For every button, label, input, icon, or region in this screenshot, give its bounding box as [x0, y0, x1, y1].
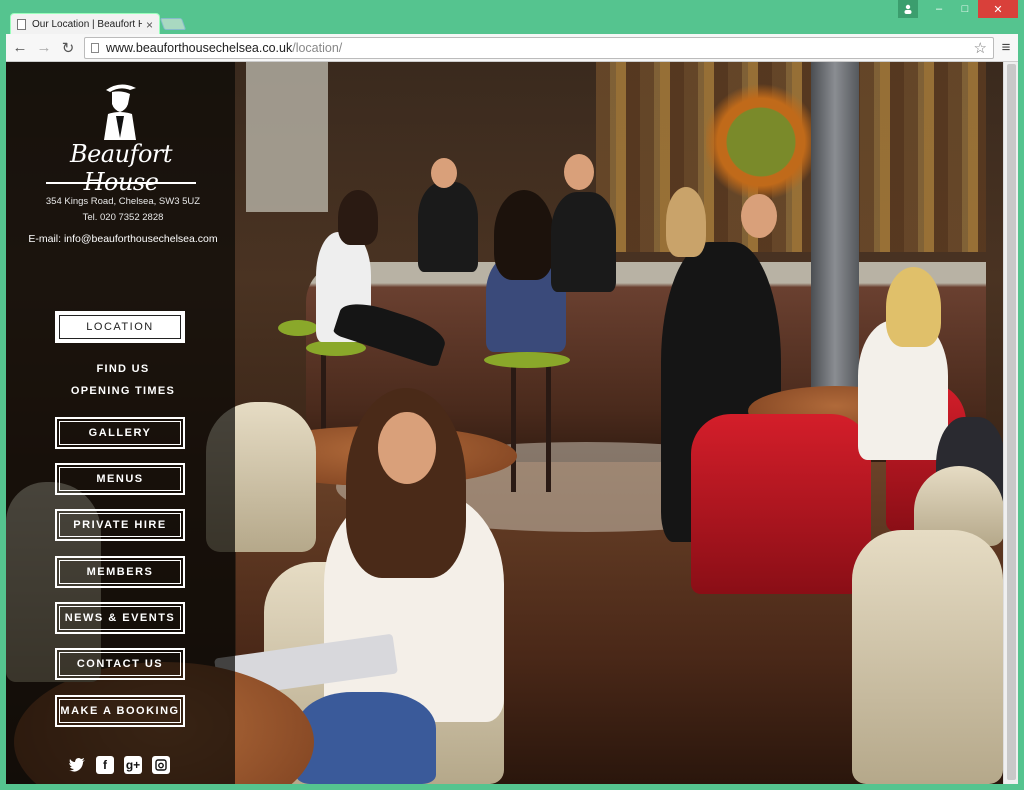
nav-news-events[interactable]: NEWS & EVENTS [55, 602, 185, 634]
nav-menus[interactable]: MENUS [55, 463, 185, 495]
browser-menu-icon[interactable]: ≡ [994, 39, 1018, 56]
jeans-shape [296, 692, 436, 784]
maximize-icon[interactable]: □ [952, 0, 978, 18]
window-controls: – □ ✕ [898, 0, 1018, 18]
page-icon [17, 19, 26, 30]
tab-close-icon[interactable]: × [146, 18, 153, 32]
cream-armchair-image [852, 530, 1003, 784]
back-button[interactable]: ← [10, 38, 30, 58]
head-shape [741, 194, 777, 238]
bar-stool-image [484, 352, 570, 368]
bartender-image [418, 182, 478, 272]
logo-wordmark: Beaufort House [69, 140, 173, 196]
tab-strip: Our Location | Beaufort Ho × – □ ✕ [0, 0, 1024, 35]
social-links: f g+ [68, 756, 170, 774]
nav-find-us[interactable]: FIND US [55, 363, 191, 375]
hair-shape [666, 187, 706, 257]
head-shape [431, 158, 457, 188]
bookmark-star-icon[interactable]: ☆ [974, 39, 987, 57]
stool-leg [511, 362, 516, 492]
page-viewport: Beaufort House 354 Kings Road, Chelsea, … [6, 62, 1003, 784]
address-bar[interactable]: www.beauforthousechelsea.co.uk /location… [84, 36, 994, 59]
tab-title: Our Location | Beaufort Ho [32, 19, 142, 30]
hair-shape [338, 190, 378, 245]
instagram-icon[interactable] [152, 756, 170, 774]
browser-tab[interactable]: Our Location | Beaufort Ho × [10, 13, 160, 35]
sidebar: Beaufort House 354 Kings Road, Chelsea, … [6, 62, 235, 784]
browser-window: Our Location | Beaufort Ho × – □ ✕ ← → ↻… [0, 0, 1024, 790]
facebook-icon[interactable]: f [96, 756, 114, 774]
nav-make-a-booking[interactable]: MAKE A BOOKING [55, 695, 185, 727]
site-logo[interactable]: Beaufort House [46, 80, 196, 196]
reload-button[interactable]: ↻ [58, 38, 78, 58]
bartender-image [551, 192, 616, 292]
scrollbar-thumb[interactable] [1007, 64, 1016, 780]
twitter-icon[interactable] [68, 756, 86, 774]
email-line[interactable]: E-mail: info@beauforthousechelsea.com [20, 233, 226, 245]
bar-stool-image [278, 320, 318, 336]
page-info-icon[interactable] [91, 42, 99, 53]
menu-board-image [246, 62, 328, 212]
user-profile-icon[interactable] [898, 0, 918, 18]
address-block: 354 Kings Road, Chelsea, SW3 5UZ Tel. 02… [28, 194, 218, 226]
logo-divider [46, 182, 196, 184]
forward-button[interactable]: → [34, 38, 54, 58]
stool-leg [546, 362, 551, 492]
nav-gallery[interactable]: GALLERY [55, 417, 185, 449]
nav-location[interactable]: LOCATION [55, 311, 185, 343]
minimize-icon[interactable]: – [926, 0, 952, 18]
google-plus-icon[interactable]: g+ [124, 756, 142, 774]
hair-shape [494, 190, 554, 280]
new-tab-button[interactable] [159, 18, 187, 30]
nav-contact-us[interactable]: CONTACT US [55, 648, 185, 680]
url-host: www.beauforthousechelsea.co.uk [106, 40, 293, 55]
url-path: /location/ [292, 40, 343, 55]
close-window-icon[interactable]: ✕ [978, 0, 1018, 18]
head-shape [378, 412, 436, 484]
bar-stool-image [306, 340, 366, 356]
nav-members[interactable]: MEMBERS [55, 556, 185, 588]
address-line: 354 Kings Road, Chelsea, SW3 5UZ [45, 196, 201, 207]
nav-private-hire[interactable]: PRIVATE HIRE [55, 509, 185, 541]
nav-opening-times[interactable]: OPENING TIMES [55, 385, 191, 397]
red-armchair-image [691, 414, 871, 594]
tel-line: Tel. 020 7352 2828 [82, 212, 164, 223]
logo-figure-icon [104, 84, 136, 140]
hair-shape [886, 267, 941, 347]
browser-toolbar: ← → ↻ www.beauforthousechelsea.co.uk /lo… [6, 34, 1018, 62]
vertical-scrollbar[interactable] [1003, 62, 1018, 784]
head-shape [564, 154, 594, 190]
